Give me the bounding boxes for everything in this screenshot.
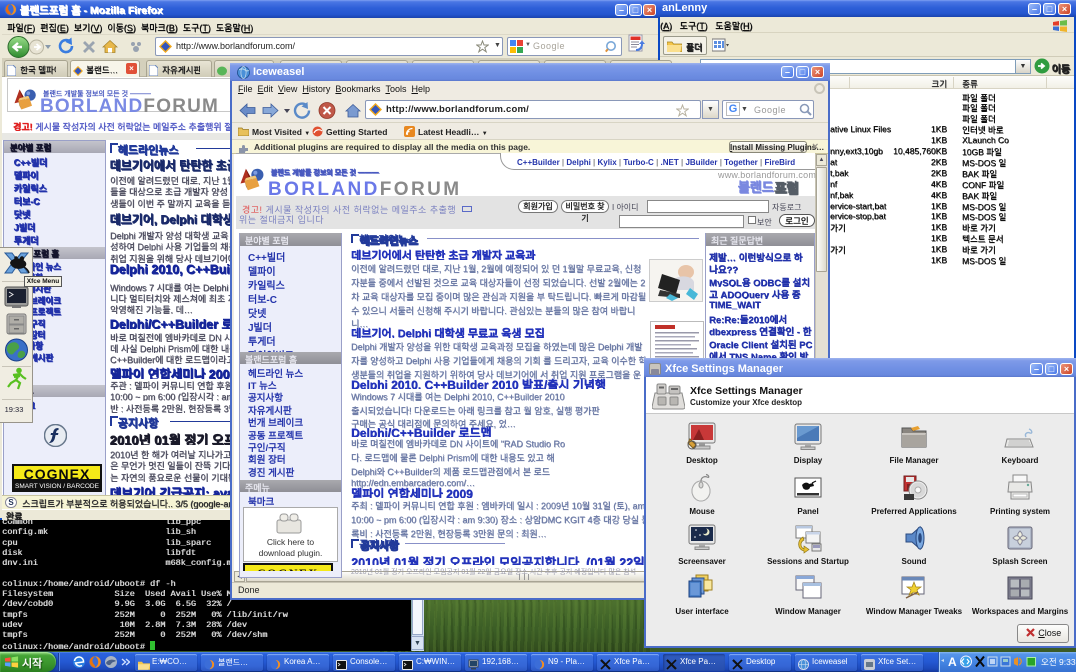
svg-text:A: A	[948, 655, 957, 668]
